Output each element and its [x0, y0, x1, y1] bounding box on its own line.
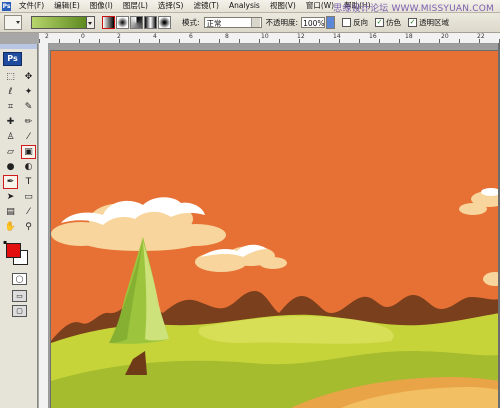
gradient-icon[interactable]: ▣: [21, 145, 36, 159]
move-icon[interactable]: ✥: [22, 71, 35, 83]
menu-file[interactable]: 文件(F): [14, 0, 49, 12]
pen-icon[interactable]: ✒: [3, 175, 18, 189]
menu-analysis[interactable]: Analysis: [224, 0, 265, 12]
zoom-icon[interactable]: ⚲: [22, 221, 35, 233]
gradient-dropdown-icon[interactable]: [87, 16, 95, 29]
ruler-number: 8: [225, 33, 229, 40]
transparency-checkbox[interactable]: ✓ 透明区域: [408, 17, 449, 28]
gradient-type-group: [102, 16, 172, 29]
blur-icon[interactable]: ●: [4, 161, 17, 173]
tool-grid: ⬚ ✥ ℓ ✦ ⌗ ✎ ✚ ✏ ♙ ⁄ ▱ ▣ ● ◐ ✒ T ➤ ▭ ▤ ⁄ ✋ ⚲: [0, 68, 37, 233]
menu-bar: Ps 文件(F) 编辑(E) 图像(I) 图层(L) 选择(S) 滤镜(T) A…: [0, 0, 500, 13]
ruler-number: 2: [117, 33, 121, 40]
shape-icon[interactable]: ▭: [22, 191, 35, 203]
menu-edit[interactable]: 编辑(E): [49, 0, 85, 12]
eraser-icon[interactable]: ▱: [4, 146, 17, 158]
checkbox-label: 反向: [353, 18, 369, 27]
ruler-number: 20: [441, 33, 449, 40]
marquee-icon[interactable]: ⬚: [4, 71, 17, 83]
cloud-right: [459, 191, 500, 286]
ruler-number: 10: [261, 33, 269, 40]
checkmark-icon: ✓: [375, 18, 385, 27]
menu-filter[interactable]: 滤镜(T): [189, 0, 224, 12]
mode-label: 模式:: [182, 18, 200, 27]
ruler-number: 18: [405, 33, 413, 40]
fullscreen-mode-icon[interactable]: ▢: [12, 305, 27, 317]
options-bar: 模式: 正常 不透明度: 100% 反向 ✓ 仿色 ✓ 透明区域: [0, 13, 500, 33]
quick-mask-icon[interactable]: ◯: [12, 273, 27, 285]
foreground-color-swatch[interactable]: [6, 243, 21, 258]
linear-gradient-button[interactable]: [102, 16, 115, 29]
ps-logo[interactable]: Ps: [3, 52, 22, 66]
vertical-ruler: [39, 43, 49, 408]
radial-gradient-button[interactable]: [116, 16, 129, 29]
screen-mode-icon[interactable]: ▭: [12, 290, 27, 302]
ruler-number: 16: [369, 33, 377, 40]
ruler-number: 22: [477, 33, 485, 40]
angle-gradient-button[interactable]: [130, 16, 143, 29]
ruler-number: 2: [45, 33, 49, 40]
toolbox-titlebar[interactable]: [0, 44, 37, 49]
ruler-number: 12: [297, 33, 305, 40]
opacity-slider-toggle[interactable]: [326, 16, 336, 29]
dither-checkbox[interactable]: ✓ 仿色: [375, 17, 401, 28]
watermark-text: 思缘设计论坛 WWW.MISSYUAN.COM: [333, 4, 494, 13]
reverse-checkbox[interactable]: 反向: [342, 17, 368, 28]
ruler-number: 0: [81, 33, 85, 40]
lasso-icon[interactable]: ℓ: [4, 86, 17, 98]
type-icon[interactable]: T: [22, 176, 35, 188]
artwork: [51, 188, 500, 408]
checkbox-label: 透明区域: [419, 18, 450, 27]
gradient-swatch[interactable]: [31, 16, 87, 29]
hand-icon[interactable]: ✋: [4, 221, 17, 233]
toolbox: Ps ⬚ ✥ ℓ ✦ ⌗ ✎ ✚ ✏ ♙ ⁄ ▱ ▣ ● ◐ ✒ T ➤ ▭ ▤ ⁄ ✋ ⚲ ▪ ◯ ▭ ▢: [0, 44, 38, 408]
crop-icon[interactable]: ⌗: [4, 101, 17, 113]
notes-icon[interactable]: ▤: [4, 206, 17, 218]
stamp-icon[interactable]: ♙: [4, 131, 17, 143]
color-swatches: ▪: [0, 239, 37, 265]
opacity-field[interactable]: 100%: [301, 17, 326, 28]
menu-view[interactable]: 视图(V): [265, 0, 301, 12]
history-brush-icon[interactable]: ⁄: [22, 131, 35, 143]
slice-icon[interactable]: ✎: [22, 101, 35, 113]
eyedropper-icon[interactable]: ⁄: [22, 206, 35, 218]
menu-layer[interactable]: 图层(L): [118, 0, 153, 12]
menu-select[interactable]: 选择(S): [153, 0, 189, 12]
ruler-number: 14: [333, 33, 341, 40]
ruler-number: 6: [189, 33, 193, 40]
horizontal-ruler: 2 0 2 4 6 8 10 12 14 16 18 20 22: [39, 33, 500, 44]
dodge-icon[interactable]: ◐: [22, 161, 35, 173]
mode-select[interactable]: 正常: [203, 17, 262, 28]
path-select-icon[interactable]: ➤: [4, 191, 17, 203]
document-window: [49, 44, 500, 408]
canvas[interactable]: [51, 51, 500, 408]
tool-preset-picker[interactable]: [4, 15, 22, 30]
diamond-gradient-button[interactable]: [158, 16, 171, 29]
healing-icon[interactable]: ✚: [4, 116, 17, 128]
checkbox-box: [342, 18, 352, 27]
checkbox-label: 仿色: [386, 18, 402, 27]
brush-icon[interactable]: ✏: [22, 116, 35, 128]
opacity-label: 不透明度:: [265, 18, 299, 27]
app-icon[interactable]: Ps: [2, 1, 11, 11]
ruler-number: 4: [153, 33, 157, 40]
reflected-gradient-button[interactable]: [144, 16, 157, 29]
magic-wand-icon[interactable]: ✦: [22, 86, 35, 98]
menu-image[interactable]: 图像(I): [85, 0, 118, 12]
checkmark-icon: ✓: [408, 18, 418, 27]
